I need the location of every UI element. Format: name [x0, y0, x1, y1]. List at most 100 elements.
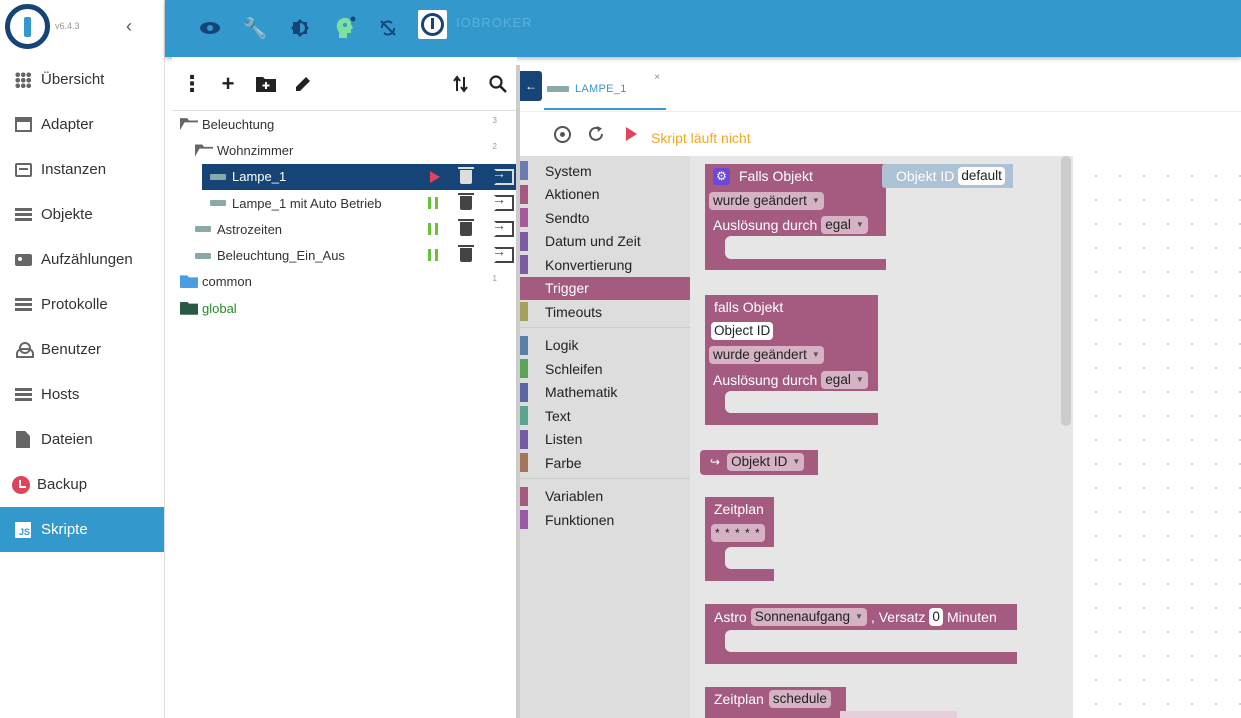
object-id-field[interactable]: Object ID: [711, 322, 774, 340]
category-farbe[interactable]: Farbe: [520, 451, 690, 475]
tree-script-beleuchtung-ein-aus[interactable]: Beleuchtung_Ein_Aus: [172, 242, 517, 268]
sidebar-item-objekte[interactable]: Objekte: [0, 192, 164, 237]
store-icon: [12, 115, 34, 135]
object-id-field[interactable]: default: [958, 167, 1005, 185]
category-variablen[interactable]: Variablen: [520, 485, 690, 509]
run-script-icon[interactable]: [621, 124, 641, 144]
export-icon[interactable]: [492, 191, 514, 211]
tree-script-astrozeiten[interactable]: Astrozeiten: [172, 216, 517, 242]
version-label: v6.4.3: [55, 21, 80, 31]
more-vert-icon[interactable]: ⋮: [180, 71, 204, 96]
search-icon[interactable]: [486, 72, 510, 96]
sidebar-item-instanzen[interactable]: Instanzen: [0, 147, 164, 192]
changed-dropdown[interactable]: wurde geändert ▼: [709, 346, 824, 364]
block-zeitplan[interactable]: Zeitplan * * * * *: [705, 497, 774, 581]
locate-icon[interactable]: [552, 124, 572, 144]
category-logik[interactable]: Logik: [520, 334, 690, 358]
theme-icon[interactable]: [288, 16, 312, 40]
category-mathematik[interactable]: Mathematik: [520, 381, 690, 405]
tree-label: Beleuchtung: [202, 116, 275, 132]
sort-icon[interactable]: [449, 72, 473, 96]
sync-off-icon[interactable]: [376, 16, 400, 40]
category-aktionen[interactable]: Aktionen: [520, 183, 690, 207]
gear-icon[interactable]: ⚙: [713, 167, 730, 185]
collapse-sidebar-button[interactable]: ‹: [126, 16, 132, 36]
blockly-workspace[interactable]: System Aktionen Sendto Datum und Zeit Ko…: [520, 156, 1241, 718]
offset-field[interactable]: 0: [929, 608, 943, 626]
category-listen[interactable]: Listen: [520, 428, 690, 452]
delete-icon[interactable]: [458, 166, 474, 184]
iobroker-logo[interactable]: [5, 4, 50, 49]
edit-icon[interactable]: [291, 72, 315, 96]
tree-folder-beleuchtung[interactable]: Beleuchtung 3: [172, 111, 517, 137]
export-icon[interactable]: [492, 165, 514, 185]
tab-lampe-1[interactable]: LAMPE_1 ×: [544, 69, 666, 110]
sidebar-item-aufzaehlungen[interactable]: Aufzählungen: [0, 237, 164, 282]
eye-icon[interactable]: [198, 16, 222, 40]
script-icon: [210, 200, 226, 207]
category-sendto[interactable]: Sendto: [520, 206, 690, 230]
delete-icon[interactable]: [458, 245, 474, 263]
category-funktionen[interactable]: Funktionen: [520, 508, 690, 532]
sidebar-item-dateien[interactable]: Dateien: [0, 417, 164, 462]
pause-icon[interactable]: [428, 249, 438, 262]
tree-folder-common[interactable]: common 1: [172, 269, 517, 295]
sidebar-item-hosts[interactable]: Hosts: [0, 372, 164, 417]
pause-icon[interactable]: [428, 196, 438, 209]
cron-field[interactable]: * * * * *: [711, 524, 765, 542]
block-zeitplan-schedule[interactable]: Zeitplan schedule: [705, 687, 846, 718]
tree-script-lampe-1-auto[interactable]: Lampe_1 mit Auto Betrieb: [172, 190, 517, 216]
block-statement-slot: [725, 236, 886, 259]
tree-folder-wohnzimmer[interactable]: Wohnzimmer 2: [172, 137, 517, 163]
sidebar-item-adapter[interactable]: Adapter: [0, 102, 164, 147]
user-icon: [12, 340, 34, 360]
pause-icon[interactable]: [428, 223, 438, 236]
category-text[interactable]: Text: [520, 404, 690, 428]
category-label: Funktionen: [545, 511, 615, 528]
category-schleifen[interactable]: Schleifen: [520, 357, 690, 381]
category-konvertierung[interactable]: Konvertierung: [520, 253, 690, 277]
changed-dropdown[interactable]: wurde geändert ▼: [709, 192, 824, 210]
category-color-mark: [520, 278, 528, 298]
add-folder-button[interactable]: [254, 72, 278, 96]
block-objekt-id[interactable]: ↪ Objekt ID ▼: [700, 450, 818, 475]
export-icon[interactable]: [492, 217, 514, 238]
export-icon[interactable]: [492, 243, 514, 264]
list-icon: [12, 205, 34, 225]
tab-close-icon[interactable]: ×: [654, 72, 660, 83]
sidebar-item-skripte[interactable]: JS Skripte: [0, 507, 164, 552]
script-list-toolbar: ⋮ +: [172, 57, 517, 111]
sidebar-item-uebersicht[interactable]: Übersicht: [0, 57, 164, 102]
category-timeouts[interactable]: Timeouts: [520, 300, 690, 324]
astro-event-dropdown[interactable]: Sonnenaufgang ▼: [750, 608, 867, 626]
block-astro[interactable]: Astro Sonnenaufgang ▼ , Versatz 0 Minuten: [705, 604, 1017, 664]
back-arrow-icon[interactable]: ←: [520, 71, 542, 101]
block-row: Object ID: [711, 322, 774, 340]
block-header: ⚙ Falls Objekt: [713, 167, 813, 185]
block-falls-objekt-2[interactable]: falls Objekt Object ID wurde geändert ▼ A…: [705, 295, 878, 425]
block-falls-objekt[interactable]: ⚙ Falls Objekt wurde geändert ▼ Auslösung…: [705, 164, 886, 270]
category-system[interactable]: System: [520, 159, 690, 183]
delete-icon[interactable]: [458, 192, 474, 210]
trigger-dropdown[interactable]: egal ▼: [821, 216, 868, 234]
flyout-scrollbar[interactable]: [1061, 156, 1071, 426]
sidebar-item-benutzer[interactable]: Benutzer: [0, 327, 164, 372]
expert-icon[interactable]: [333, 16, 357, 40]
category-trigger[interactable]: Trigger: [520, 276, 690, 300]
category-datum-zeit[interactable]: Datum und Zeit: [520, 230, 690, 254]
play-icon[interactable]: [430, 170, 440, 183]
refresh-icon[interactable]: [586, 124, 606, 144]
schedule-field[interactable]: schedule: [768, 690, 831, 708]
delete-icon[interactable]: [458, 219, 474, 237]
sidebar-item-backup[interactable]: Backup: [0, 462, 164, 507]
sidebar-item-protokolle[interactable]: Protokolle: [0, 282, 164, 327]
category-color-mark: [520, 231, 528, 251]
block-objekt-id-input[interactable]: Objekt ID default: [882, 164, 1013, 188]
wrench-icon[interactable]: 🔧: [243, 16, 268, 40]
tree-folder-global[interactable]: global: [172, 295, 517, 321]
tree-script-lampe-1[interactable]: Lampe_1: [202, 163, 517, 190]
trigger-dropdown[interactable]: egal ▼: [821, 371, 868, 389]
add-script-button[interactable]: +: [216, 71, 240, 96]
hosts-icon: [12, 385, 34, 405]
objekt-id-dropdown[interactable]: Objekt ID ▼: [727, 453, 805, 471]
